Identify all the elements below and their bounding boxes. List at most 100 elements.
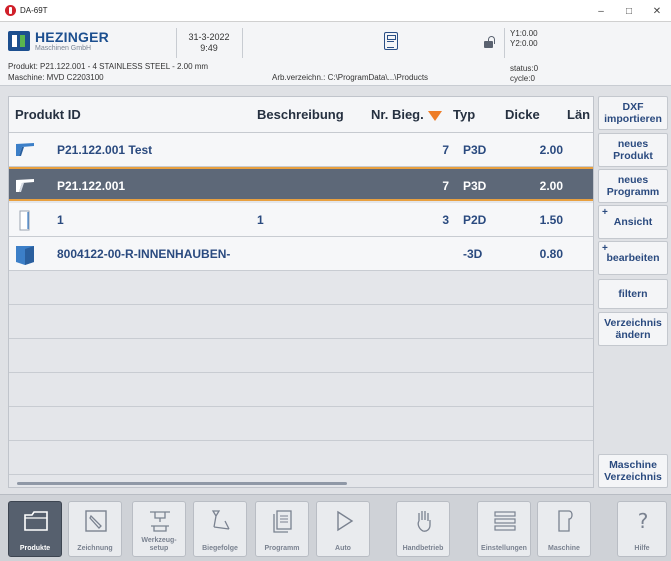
cell-thickness: 2.00 <box>539 143 563 157</box>
col-header-product-id[interactable]: Produkt ID <box>15 97 245 133</box>
cycle-readout: cycle:0 <box>510 74 535 83</box>
settings-tab-button[interactable]: Einstellungen <box>477 501 531 557</box>
products-tab-button[interactable]: Produkte <box>8 501 62 557</box>
cell-type: P3D <box>463 179 487 193</box>
cell-product-id: P21.122.001 Test <box>57 143 153 157</box>
calculator-icon[interactable] <box>384 32 398 50</box>
dxf-import-button[interactable]: DXF importieren <box>598 96 668 130</box>
col-header-description[interactable]: Beschreibung <box>257 97 367 133</box>
product-table: Produkt ID Beschreibung Nr. Bieg. Typ Di… <box>8 96 594 488</box>
cell-thickness: 0.80 <box>539 247 563 261</box>
new-product-button[interactable]: neues Produkt <box>598 133 668 167</box>
work-directory: Arb.verzeichn.: C:\ProgramData\...\Produ… <box>272 73 429 82</box>
header-panel: HEZINGER Maschinen GmbH 31-3-2022 9:49 Y… <box>0 22 671 86</box>
tool-setup-tab-button[interactable]: Werkzeug-setup <box>132 501 186 557</box>
machine-status: status:0 cycle:0 <box>510 64 538 84</box>
program-tab-button[interactable]: Programm <box>255 501 309 557</box>
program-pages-icon <box>273 510 292 533</box>
help-tab-label: Hilfe <box>634 545 650 552</box>
machine-page-icon <box>558 510 573 532</box>
empty-row <box>9 373 593 407</box>
machine-directory-button[interactable]: Maschine Verzeichnis <box>598 454 668 488</box>
empty-row <box>9 407 593 441</box>
cell-thickness: 1.50 <box>539 213 563 227</box>
status-readout: status:0 <box>510 64 539 73</box>
cell-thickness: 2.00 <box>539 179 563 193</box>
bottom-toolbar: Produkte Zeichnung Werkzeug-setup Biegef… <box>0 494 671 561</box>
manual-mode-tab-label: Handbetrieb <box>402 545 444 552</box>
col-header-length[interactable]: Län <box>567 97 593 133</box>
bent-profile-icon <box>16 143 34 156</box>
drawing-pencil-icon <box>85 510 107 532</box>
help-tab-button[interactable]: ? Hilfe <box>617 501 667 557</box>
empty-row <box>9 305 593 339</box>
expand-plus-icon: + <box>602 207 608 218</box>
header-divider <box>504 28 505 58</box>
y2-readout: Y2:0.00 <box>510 39 538 48</box>
app-icon <box>5 5 16 16</box>
cell-description: 1 <box>257 213 264 227</box>
horizontal-scrollbar[interactable] <box>17 482 347 485</box>
brand-name: HEZINGER <box>35 29 109 45</box>
change-directory-button[interactable]: Verzeichnis ändern <box>598 312 668 346</box>
bend-sequence-icon <box>211 510 230 530</box>
view-button-label: Ansicht <box>613 216 653 228</box>
bend-sequence-tab-label: Biegefolge <box>202 545 238 552</box>
view-button[interactable]: + Ansicht <box>598 205 668 239</box>
table-header: Produkt ID Beschreibung Nr. Bieg. Typ Di… <box>9 97 593 133</box>
filter-button[interactable]: filtern <box>598 279 668 309</box>
cell-product-id: P21.122.001 <box>57 179 126 193</box>
y1-readout: Y1:0.00 <box>510 29 538 38</box>
expand-plus-icon: + <box>602 243 608 254</box>
auto-tab-button[interactable]: Auto <box>316 501 370 557</box>
empty-row <box>9 441 593 475</box>
machine-tab-button[interactable]: Maschine <box>537 501 591 557</box>
auto-tab-label: Auto <box>335 545 351 552</box>
cell-product-id: 8004122-00-R-INNENHAUBEN- <box>57 247 231 261</box>
edit-button-label: bearbeiten <box>606 252 660 264</box>
cell-product-id: 1 <box>57 213 64 227</box>
drawing-tab-label: Zeichnung <box>77 545 113 552</box>
help-question-icon: ? <box>638 509 649 533</box>
tool-setup-tab-label: Werkzeug-setup <box>141 537 177 552</box>
edit-button[interactable]: + bearbeiten <box>598 241 668 275</box>
settings-tab-label: Einstellungen <box>481 545 527 552</box>
bend-sequence-tab-button[interactable]: Biegefolge <box>193 501 247 557</box>
brand-logo: HEZINGER Maschinen GmbH <box>8 30 109 52</box>
window-titlebar: DA-69T – □ ✕ <box>0 0 671 22</box>
drawing-tab-button[interactable]: Zeichnung <box>68 501 122 557</box>
table-row[interactable]: P21.122.001 7 P3D 2.00 <box>9 167 593 201</box>
brand-mark-icon <box>8 31 30 51</box>
close-button[interactable]: ✕ <box>643 0 671 22</box>
table-row[interactable]: 1 1 3 P2D 1.50 <box>9 203 593 237</box>
minimize-button[interactable]: – <box>587 0 615 22</box>
maximize-button[interactable]: □ <box>615 0 643 22</box>
products-tab-label: Produkte <box>19 545 51 552</box>
svg-text:?: ? <box>638 509 649 533</box>
program-tab-label: Programm <box>264 545 300 552</box>
cell-type: P3D <box>463 143 487 157</box>
machine-info: Maschine: MVD C2203100 <box>8 73 104 82</box>
tool-setup-icon <box>150 511 170 532</box>
col-header-type[interactable]: Typ <box>453 97 503 133</box>
axis-readout: Y1:0.00 Y2:0.00 <box>510 29 538 49</box>
time-text: 9:49 <box>200 43 218 53</box>
manual-mode-tab-button[interactable]: Handbetrieb <box>396 501 450 557</box>
sort-desc-icon <box>427 110 442 121</box>
col-header-bends[interactable]: Nr. Bieg. <box>371 97 457 133</box>
new-program-button[interactable]: neues Programm <box>598 169 668 203</box>
machine-tab-label: Maschine <box>548 545 580 552</box>
box-part-icon <box>16 246 34 265</box>
col-header-thickness[interactable]: Dicke <box>505 97 555 133</box>
settings-list-icon <box>494 511 516 531</box>
table-row[interactable]: P21.122.001 Test 7 P3D 2.00 <box>9 133 593 167</box>
flat-sheet-icon <box>19 210 30 231</box>
product-info: Produkt: P21.122.001 - 4 STAINLESS STEEL… <box>8 62 209 71</box>
empty-row <box>9 271 593 305</box>
unlock-icon[interactable] <box>484 36 496 48</box>
col-header-bends-label: Nr. Bieg. <box>371 107 424 122</box>
table-row[interactable]: 8004122-00-R-INNENHAUBEN- -3D 0.80 <box>9 237 593 271</box>
empty-row <box>9 339 593 373</box>
play-icon <box>337 510 354 532</box>
cell-type: P2D <box>463 213 487 227</box>
